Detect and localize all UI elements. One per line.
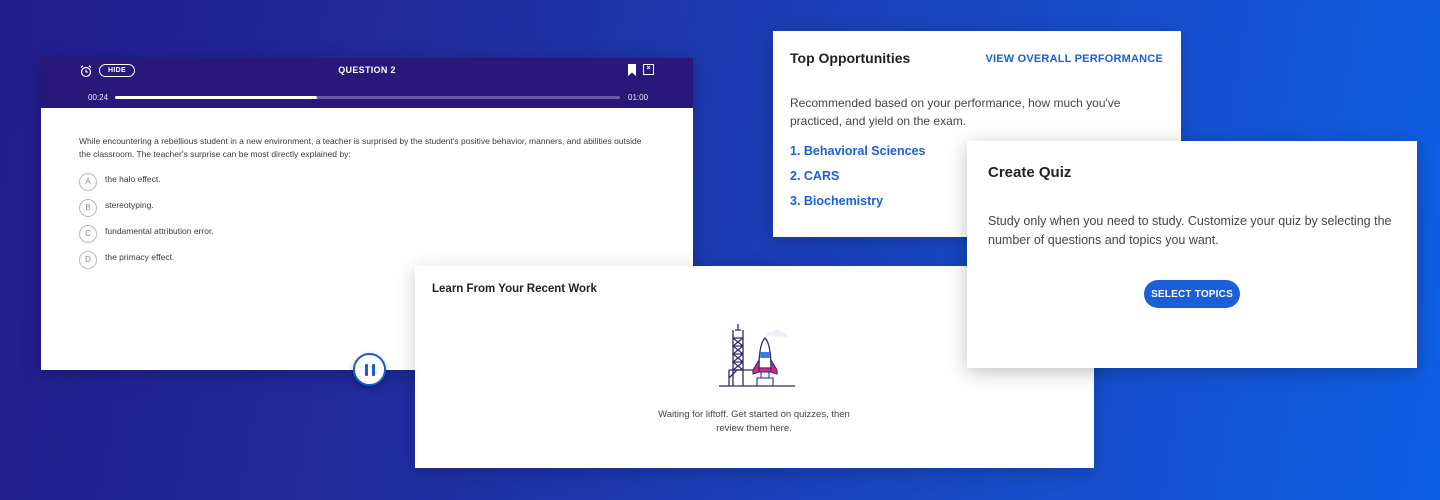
- choice-text-b: stereotyping.: [105, 200, 154, 210]
- opportunities-list: 1. Behavioral Sciences 2. CARS 3. Bioche…: [790, 144, 926, 219]
- choice-text-d: the primacy effect.: [105, 252, 175, 262]
- question-header: HIDE QUESTION 2 × 00:24 01:00: [41, 58, 693, 108]
- timer-progress-bar: [115, 96, 620, 99]
- choice-letter-d: D: [79, 251, 97, 269]
- bookmark-icon[interactable]: [627, 64, 637, 76]
- choice-letter-c: C: [79, 225, 97, 243]
- question-body: While encountering a rebellious student …: [41, 108, 693, 273]
- close-icon[interactable]: ×: [643, 64, 654, 75]
- recent-work-empty-message: Waiting for liftoff. Get started on quiz…: [658, 409, 850, 434]
- pause-icon: [365, 364, 368, 376]
- timer-progress-fill: [115, 96, 317, 99]
- pause-button[interactable]: [353, 353, 386, 386]
- create-quiz-description: Study only when you need to study. Custo…: [988, 214, 1392, 247]
- time-total: 01:00: [628, 93, 649, 102]
- create-quiz-card: Create Quiz Study only when you need to …: [967, 141, 1417, 368]
- answer-choices: A the halo effect. B stereotyping. C fun…: [79, 169, 655, 273]
- select-topics-button[interactable]: SELECT TOPICS: [1144, 280, 1240, 308]
- choice-letter-a: A: [79, 173, 97, 191]
- question-title: QUESTION 2: [338, 65, 396, 75]
- question-text: While encountering a rebellious student …: [79, 136, 642, 159]
- recent-work-title: Learn From Your Recent Work: [432, 283, 597, 295]
- opportunity-item-biochemistry[interactable]: 3. Biochemistry: [790, 194, 926, 219]
- rocket-launch-illustration: [719, 324, 795, 387]
- create-quiz-title: Create Quiz: [988, 164, 1072, 181]
- opportunity-item-behavioral-sciences[interactable]: 1. Behavioral Sciences: [790, 144, 926, 169]
- top-opportunities-title: Top Opportunities: [790, 50, 911, 66]
- choice-text-a: the halo effect.: [105, 174, 161, 184]
- top-opportunities-description: Recommended based on your performance, h…: [790, 96, 1121, 128]
- answer-choice-c[interactable]: C fundamental attribution error.: [79, 221, 655, 247]
- answer-choice-b[interactable]: B stereotyping.: [79, 195, 655, 221]
- choice-text-c: fundamental attribution error.: [105, 226, 214, 236]
- opportunity-item-cars[interactable]: 2. CARS: [790, 169, 926, 194]
- view-overall-performance-link[interactable]: VIEW OVERALL PERFORMANCE: [985, 53, 1163, 65]
- time-elapsed: 00:24: [88, 93, 109, 102]
- pause-icon-bar: [372, 364, 375, 376]
- choice-letter-b: B: [79, 199, 97, 217]
- answer-choice-a[interactable]: A the halo effect.: [79, 169, 655, 195]
